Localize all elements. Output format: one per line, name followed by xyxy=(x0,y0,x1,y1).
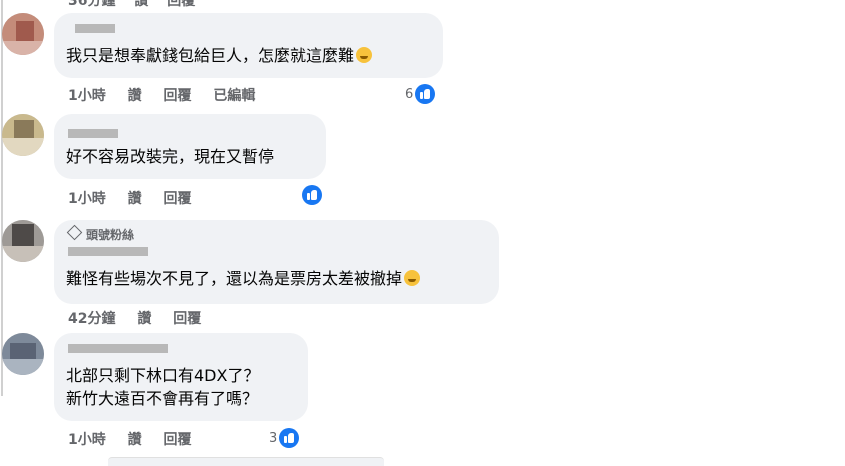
avatar[interactable] xyxy=(2,114,44,156)
comment-text-line: 新竹大遠百不會再有了嗎？ xyxy=(66,389,259,408)
like-button[interactable]: 讚 xyxy=(128,88,142,104)
edited-label: 已編輯 xyxy=(213,88,256,104)
avatar[interactable] xyxy=(2,333,44,375)
comment-actions: 1小時 讚 回覆 已編輯 xyxy=(68,85,272,105)
author-name[interactable] xyxy=(66,20,431,34)
like-reaction-icon xyxy=(415,84,436,104)
like-button[interactable]: 讚 xyxy=(137,311,151,327)
timestamp[interactable]: 1小時 xyxy=(68,432,106,448)
reaction-summary[interactable] xyxy=(302,185,322,205)
previous-like-button[interactable]: 讚 xyxy=(134,0,148,9)
previous-comment-actions: 36分鐘 讚 回覆 xyxy=(68,0,195,10)
top-fan-badge[interactable]: 頭號粉絲 xyxy=(66,224,487,243)
timestamp[interactable]: 1小時 xyxy=(68,191,106,207)
author-name[interactable] xyxy=(66,243,487,257)
comment-bubble: 北部只剩下林口有4DX了？ 新竹大遠百不會再有了嗎？ xyxy=(54,333,308,421)
timestamp[interactable]: 42分鐘 xyxy=(68,311,115,327)
previous-reply-button[interactable]: 回覆 xyxy=(167,0,195,9)
comment-text: 難怪有些場次不見了，還以為是票房太差被撤掉 xyxy=(66,267,487,290)
comment-actions: 42分鐘 讚 回覆 xyxy=(68,308,218,328)
reply-button[interactable]: 回覆 xyxy=(173,311,201,327)
reply-button[interactable]: 回覆 xyxy=(164,432,192,448)
comment-text-line: 北部只剩下林口有4DX了？ xyxy=(66,366,260,385)
author-name[interactable] xyxy=(66,340,296,354)
reply-button[interactable]: 回覆 xyxy=(164,88,192,104)
comment-bubble: 我只是想奉獻錢包給巨人，怎麼就這麼難 xyxy=(54,13,443,78)
reply-button[interactable]: 回覆 xyxy=(164,191,192,207)
sad-face-emoji xyxy=(404,270,421,286)
reaction-summary[interactable]: 3 xyxy=(269,428,300,448)
avatar[interactable] xyxy=(2,220,44,262)
author-name[interactable] xyxy=(66,121,314,138)
reaction-summary[interactable]: 6 xyxy=(405,84,436,104)
reaction-count: 3 xyxy=(269,430,278,446)
reaction-count: 6 xyxy=(405,86,414,102)
previous-time[interactable]: 36分鐘 xyxy=(68,0,115,9)
like-button[interactable]: 讚 xyxy=(128,191,142,207)
comment-bubble: 好不容易改裝完，現在又暫停 xyxy=(54,114,326,179)
like-reaction-icon xyxy=(279,428,300,448)
upside-down-face-emoji xyxy=(356,47,373,63)
comment-actions: 1小時 讚 回覆 xyxy=(68,429,209,449)
like-reaction-icon xyxy=(302,185,322,205)
comment-text: 好不容易改裝完，現在又暫停 xyxy=(66,147,275,166)
diamond-icon xyxy=(66,224,83,241)
avatar[interactable] xyxy=(2,13,44,55)
next-comment-partial xyxy=(108,457,384,466)
timestamp[interactable]: 1小時 xyxy=(68,88,106,104)
comment-text: 我只是想奉獻錢包給巨人，怎麼就這麼難 xyxy=(66,44,431,67)
comment-actions: 1小時 讚 回覆 xyxy=(68,188,209,208)
comment-bubble: 頭號粉絲 難怪有些場次不見了，還以為是票房太差被撤掉 xyxy=(54,220,499,304)
like-button[interactable]: 讚 xyxy=(128,432,142,448)
